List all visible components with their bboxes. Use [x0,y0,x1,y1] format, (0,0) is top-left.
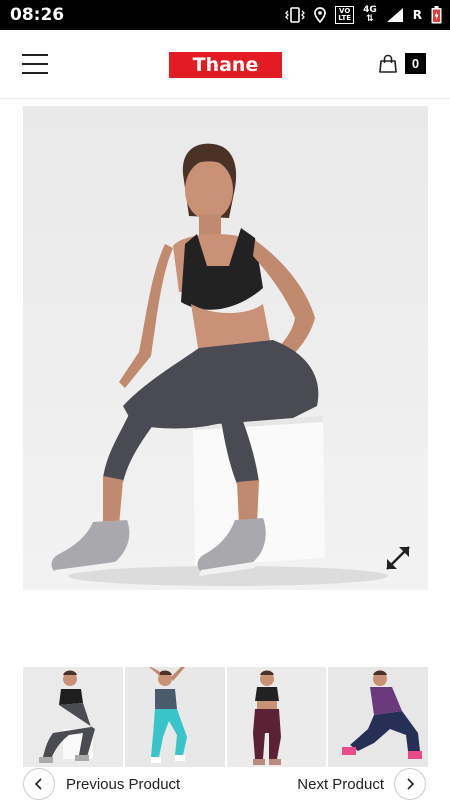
thumbnail-photo [23,667,123,767]
app-header: Thane Setu 0 [0,30,450,102]
cart-button[interactable]: 0 [378,51,430,77]
vibrate-icon [285,7,306,23]
cart-count-badge: 0 [405,53,426,74]
chevron-left-icon [34,778,42,790]
thumbnail-2[interactable] [124,667,225,767]
thumbnail-3[interactable] [226,667,327,767]
thumbnail-strip [23,667,428,767]
thumbnail-4[interactable] [328,667,428,767]
location-icon [314,7,327,23]
shopping-bag-icon [379,54,397,73]
status-time: 08:26 [10,5,65,25]
product-main-image[interactable] [23,106,428,590]
status-bar: 08:26 VO LTE 4G ⇅ R [0,0,450,30]
thumbnail-photo [124,667,225,767]
menu-icon[interactable] [22,54,48,74]
thumbnail-photo [328,667,428,767]
previous-product-link[interactable]: Previous Product [66,776,180,793]
expand-icon[interactable] [383,543,413,573]
carrier-label: R [412,8,422,22]
brand-logo[interactable]: Thane Setu [169,52,282,102]
network-arrows-icon: ⇅ [366,14,374,24]
chevron-right-icon [407,778,415,790]
network-icon: 4G ⇅ [363,6,377,24]
volte-icon: VO LTE [335,6,355,24]
signal-icon [386,8,403,22]
next-product-button[interactable] [394,768,426,800]
status-icons: VO LTE 4G ⇅ R [285,5,442,25]
battery-icon [431,6,442,24]
previous-product-button[interactable] [23,768,55,800]
thumbnail-1[interactable] [23,667,123,767]
next-product-link[interactable]: Next Product [297,776,384,793]
product-photo [23,106,428,590]
product-navigation: Previous Product Next Product [0,768,450,800]
volte-bottom-label: LTE [338,14,352,22]
thumbnail-photo [226,667,327,767]
